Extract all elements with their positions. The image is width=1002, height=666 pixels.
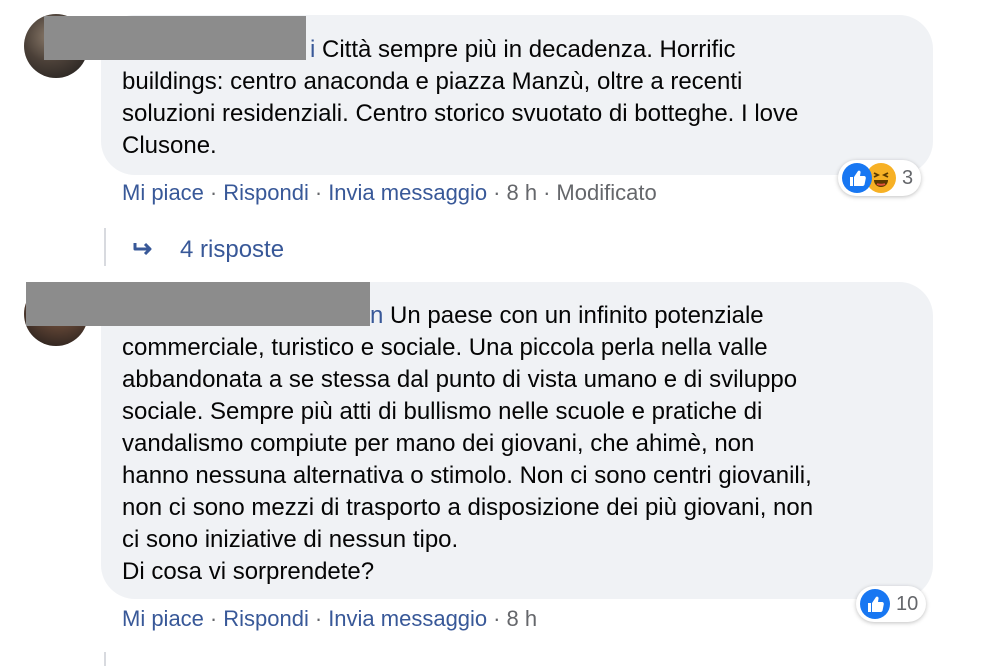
timestamp[interactable]: 8 h (507, 606, 538, 631)
like-icon (860, 589, 890, 619)
reactions-summary[interactable]: 10 (856, 586, 927, 622)
comment-line: commerciale, turistico e sociale. Una pi… (122, 334, 768, 361)
reply-button[interactable]: Rispondi (223, 606, 309, 631)
thread-line (104, 652, 106, 666)
separator: · (493, 180, 501, 205)
comment-line: buildings: centro anaconda e piazza Manz… (122, 68, 743, 95)
send-message-button[interactable]: Invia messaggio (328, 180, 487, 205)
like-button[interactable]: Mi piace (122, 606, 204, 631)
comment-line: Di cosa vi sorprendete? (122, 558, 375, 585)
replies-count-label: 4 risposte (180, 236, 285, 263)
reply-arrow-icon (133, 242, 152, 256)
comment-line: sociale. Sempre più atti di bullismo nel… (122, 398, 763, 425)
reply-button[interactable]: Rispondi (223, 180, 309, 205)
separator: · (314, 180, 323, 205)
comment-line: hanno nessuna alternativa o stimolo. Non… (122, 462, 812, 489)
comment-actions: Mi piace · Rispondi · Invia messaggio · 8 h · Mo… (122, 180, 657, 206)
like-button[interactable]: Mi piace (122, 180, 204, 205)
separator: · (543, 180, 551, 205)
comment-text: n Un paese con un infinito potenziale co… (122, 300, 912, 588)
send-message-button[interactable]: Invia messaggio (328, 606, 487, 631)
comment-line: Un paese con un infinito potenziale (390, 302, 764, 329)
author-name[interactable]: n (370, 302, 383, 329)
edited-label[interactable]: Modificato (556, 180, 656, 205)
separator: · (209, 606, 218, 631)
comment-line: ci sono iniziative di nessun tipo. (122, 526, 459, 553)
separator: · (493, 606, 501, 631)
comment-line: vandalismo compiute per mano dei giovani… (122, 430, 755, 457)
like-icon (842, 163, 872, 193)
reaction-count: 10 (896, 592, 919, 615)
reactions-summary[interactable]: 3 (838, 160, 922, 196)
comment-line: non ci sono mezzi di trasporto a disposi… (122, 494, 814, 521)
separator: · (314, 606, 323, 631)
separator: · (209, 180, 218, 205)
author-name[interactable]: i (310, 36, 315, 63)
comment-line: Città sempre più in decadenza. Horrific (322, 36, 736, 63)
comment-text: i Città sempre più in decadenza. Horrifi… (122, 34, 912, 162)
comment-line: soluzioni residenziali. Centro storico s… (122, 100, 799, 127)
comment-actions: Mi piace · Rispondi · Invia messaggio · 8 h (122, 606, 537, 632)
comment-line: Clusone. (122, 132, 217, 159)
view-replies-button[interactable]: 4 risposte (132, 236, 284, 264)
timestamp[interactable]: 8 h (507, 180, 538, 205)
thread-line (104, 228, 106, 266)
reaction-count: 3 (902, 166, 914, 189)
comment-line: abbandonata a se stessa dal punto di vis… (122, 366, 798, 393)
